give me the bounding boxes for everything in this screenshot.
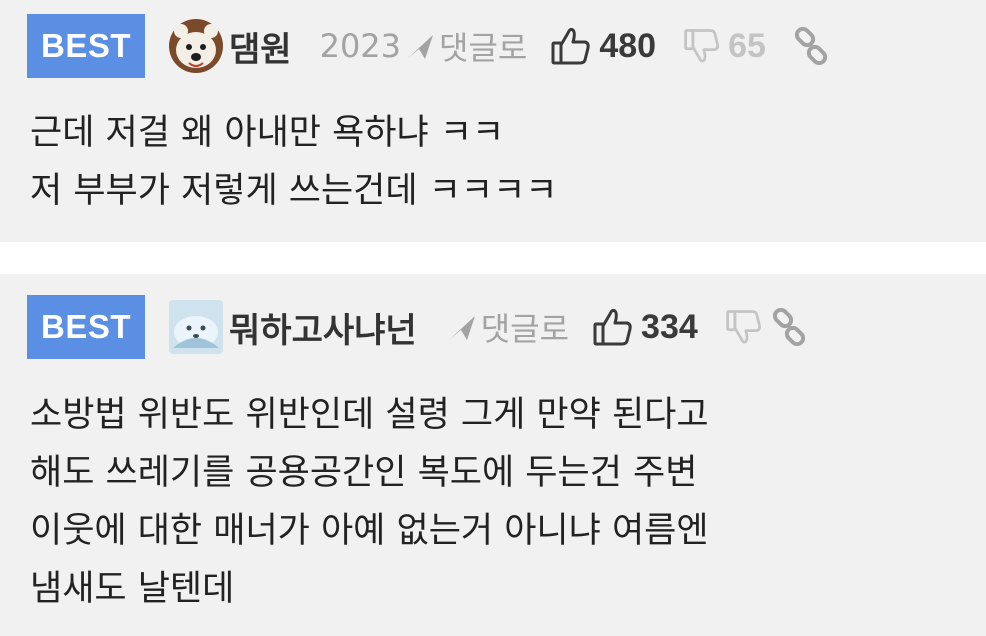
thumbs-up-icon[interactable] (549, 24, 593, 68)
thumbs-down-icon[interactable] (724, 307, 764, 347)
comment-card: BEST 뭐하고사냐넌 댓글로 334 소방법 위반도 위반인데 설령 그게 만… (0, 274, 986, 636)
dislike-count: 65 (728, 26, 766, 65)
comment-text-line: 소방법 위반도 위반인데 설령 그게 만약 된다고 (30, 395, 709, 435)
reply-button[interactable]: 댓글로 (439, 23, 527, 69)
link-icon[interactable] (792, 27, 830, 65)
best-badge: BEST (27, 295, 146, 359)
comment-text-line: 냄새도 날텐데 (30, 569, 235, 609)
comment-text-line: 근데 저걸 왜 아내만 욕하냐 ㅋㅋ (30, 113, 505, 153)
thumbs-up-icon[interactable] (591, 305, 635, 349)
like-count: 480 (599, 26, 657, 65)
comment-header: BEST 뭐하고사냐넌 댓글로 334 (27, 294, 966, 360)
reply-arrow-icon[interactable] (445, 310, 479, 344)
link-icon[interactable] (770, 308, 808, 346)
like-count: 334 (641, 307, 698, 346)
polar-bear-avatar-icon[interactable] (167, 17, 225, 75)
thumbs-down-icon[interactable] (682, 26, 722, 66)
comment-text-line: 해도 쓰레기를 공용공간인 복도에 두는건 주변 (30, 453, 698, 493)
comment-body: 소방법 위반도 위반인데 설령 그게 만약 된다고 해도 쓰레기를 공용공간인 … (30, 386, 966, 618)
comment-date: 2023 (319, 27, 402, 65)
reply-arrow-icon[interactable] (403, 29, 437, 63)
comment-card: BEST 댐원 2023 댓글로 480 65 근데 저걸 왜 아내만 욕하냐 … (0, 0, 986, 242)
best-badge: BEST (27, 14, 146, 78)
snow-animal-avatar-icon[interactable] (167, 298, 225, 356)
nickname[interactable]: 뭐하고사냐넌 (229, 303, 417, 352)
comment-header: BEST 댐원 2023 댓글로 480 65 (27, 14, 966, 78)
comment-text-line: 저 부부가 저렇게 쓰는건데 ㅋㅋㅋㅋ (30, 171, 558, 211)
reply-button[interactable]: 댓글로 (481, 304, 569, 350)
nickname[interactable]: 댐원 (229, 22, 292, 71)
comment-body: 근데 저걸 왜 아내만 욕하냐 ㅋㅋ 저 부부가 저렇게 쓰는건데 ㅋㅋㅋㅋ (30, 104, 966, 220)
comment-text-line: 이웃에 대한 매너가 아예 없는거 아니냐 여름엔 (30, 511, 709, 551)
